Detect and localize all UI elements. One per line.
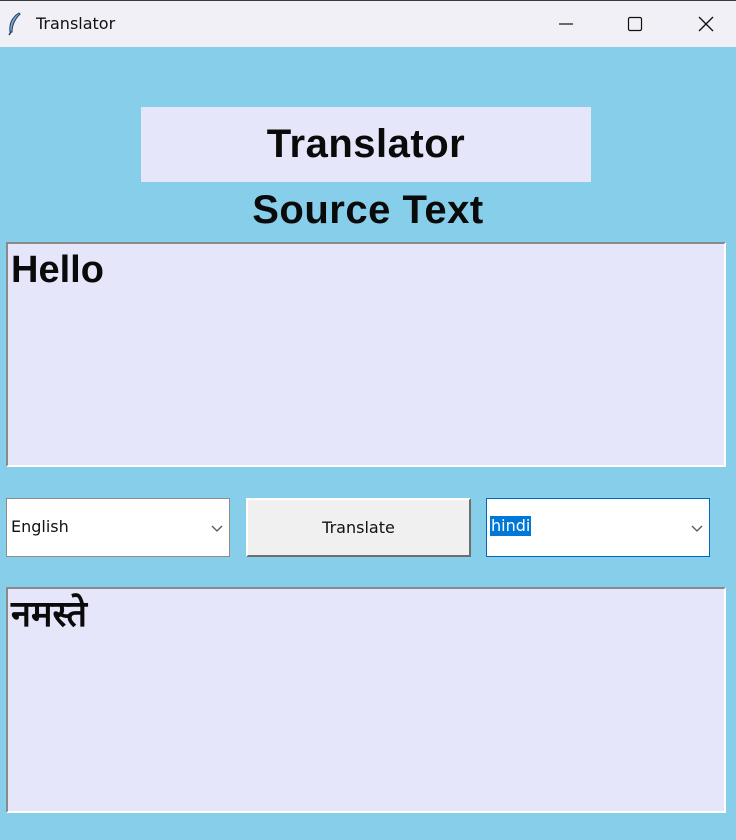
source-language-select[interactable]: English <box>6 498 230 557</box>
window-title: Translator <box>36 14 116 33</box>
translate-button[interactable]: Translate <box>246 498 471 557</box>
header-panel: Translator <box>141 107 591 182</box>
chevron-down-icon[interactable] <box>209 520 225 536</box>
maximize-icon <box>627 16 643 32</box>
source-language-value: English <box>11 517 69 536</box>
source-text-input[interactable]: Hello <box>6 242 726 467</box>
close-icon <box>698 16 714 32</box>
feather-icon <box>6 12 24 36</box>
chevron-down-icon[interactable] <box>689 520 705 536</box>
maximize-button[interactable] <box>600 1 670 47</box>
page-title: Translator <box>266 122 466 166</box>
minimize-button[interactable] <box>531 1 601 47</box>
minimize-icon <box>558 16 574 32</box>
target-language-select[interactable]: hindi <box>486 498 710 557</box>
target-language-value: hindi <box>490 516 532 536</box>
title-bar[interactable]: Translator <box>0 0 736 47</box>
source-text-label: Source Text <box>252 188 484 232</box>
app-window-body: Translator Source Text Hello English Tra… <box>0 47 736 840</box>
translated-text-output[interactable]: नमस्ते <box>6 587 726 813</box>
close-button[interactable] <box>671 1 736 47</box>
